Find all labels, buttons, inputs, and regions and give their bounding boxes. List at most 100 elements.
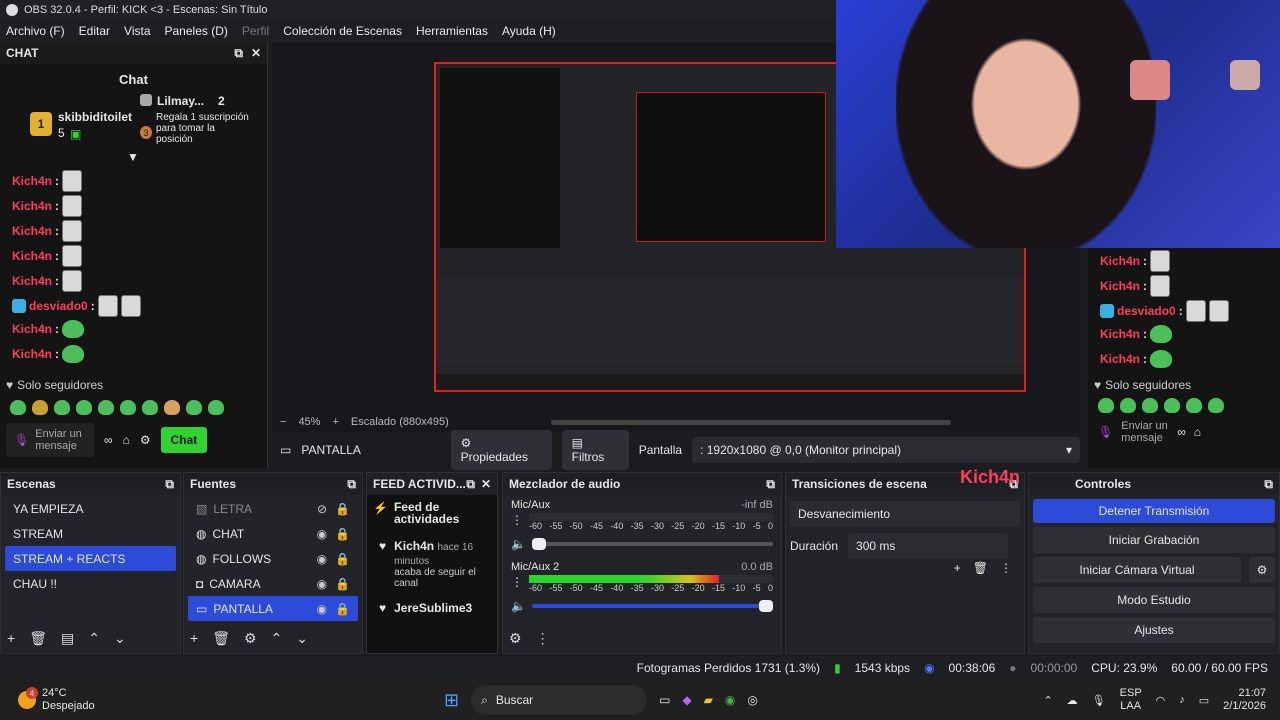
chat-username[interactable]: Kich4n	[1100, 352, 1140, 366]
battery-icon[interactable]: ▭	[1199, 694, 1209, 707]
volume-slider[interactable]	[531, 600, 773, 612]
copilot-icon[interactable]: ◆	[682, 693, 691, 707]
emote-icon[interactable]	[120, 400, 136, 415]
undock-icon[interactable]: ⧉	[1264, 477, 1273, 492]
settings-button[interactable]: Ajustes	[1033, 617, 1275, 643]
virtual-camera-settings-icon[interactable]: ⚙	[1249, 557, 1275, 583]
source-item[interactable]: ◍ FOLLOWS ◉ 🔒	[188, 546, 358, 571]
chat-username[interactable]: Kich4n	[12, 199, 52, 213]
close-icon[interactable]: ✕	[481, 477, 491, 492]
virtual-camera-button[interactable]: Iniciar Cámara Virtual	[1033, 557, 1241, 583]
task-view-icon[interactable]: ▭	[659, 693, 670, 707]
emote-icon[interactable]	[76, 400, 92, 415]
trash-icon[interactable]: 🗑	[973, 561, 988, 575]
menu-scene-collection[interactable]: Colección de Escenas	[283, 24, 402, 38]
taskbar-search[interactable]: ⌕ Buscar	[471, 685, 648, 715]
add-icon[interactable]: +	[190, 630, 198, 647]
chat-username[interactable]: Kich4n	[12, 174, 52, 188]
filter-icon[interactable]: ▤	[61, 630, 74, 647]
move-down-icon[interactable]: ⌄	[114, 630, 126, 647]
slider-handle[interactable]	[759, 600, 773, 612]
scene-item[interactable]: STREAM	[5, 521, 176, 546]
emote-icon[interactable]	[32, 400, 48, 415]
file-explorer-icon[interactable]: ▰	[704, 693, 713, 707]
duration-spinbox[interactable]: 300 ms	[848, 533, 1009, 559]
chat-username[interactable]: Kich4n	[12, 249, 52, 263]
start-recording-button[interactable]: Iniciar Grabación	[1033, 527, 1275, 553]
undock-icon[interactable]: ⧉	[766, 477, 775, 492]
volume-slider[interactable]	[531, 538, 773, 550]
chat-username[interactable]: desviado0	[29, 299, 88, 313]
input-language[interactable]: ESP LAA	[1120, 687, 1142, 713]
menu-dots-icon[interactable]: ⋮	[1000, 561, 1012, 575]
chat-username[interactable]: Kich4n	[12, 274, 52, 288]
wifi-icon[interactable]: ◠	[1156, 694, 1166, 707]
properties-button[interactable]: ⚙ Propiedades	[450, 430, 552, 470]
source-item[interactable]: ◘ CAMARA ◉ 🔒	[188, 571, 358, 596]
menu-view[interactable]: Vista	[124, 24, 150, 38]
emote-icon[interactable]	[98, 400, 114, 415]
emote-icon[interactable]	[142, 400, 158, 415]
lock-icon[interactable]: 🔒	[335, 577, 350, 591]
source-item[interactable]: ◍ CHAT ◉ 🔒	[188, 521, 358, 546]
eye-icon[interactable]: ◉	[317, 527, 327, 541]
add-icon[interactable]: +	[7, 630, 15, 647]
microphone-icon[interactable]: 🎙	[14, 433, 29, 447]
add-icon[interactable]: +	[954, 561, 961, 575]
undock-icon[interactable]: ⧉	[234, 46, 243, 61]
send-chat-button[interactable]: Chat	[160, 427, 208, 453]
chat-username[interactable]: Kich4n	[12, 347, 52, 361]
menu-file[interactable]: Archivo (F)	[6, 24, 65, 38]
trash-icon[interactable]: 🗑	[29, 630, 47, 647]
store-icon[interactable]: ⌂	[123, 433, 130, 447]
chrome-icon[interactable]: ◉	[725, 693, 735, 707]
stop-stream-button[interactable]: Detener Transmisión	[1033, 499, 1275, 523]
eye-icon[interactable]: ◉	[317, 577, 327, 591]
chat-username[interactable]: Kich4n	[12, 322, 52, 336]
lock-icon[interactable]: 🔒	[335, 527, 350, 541]
lock-icon[interactable]: 🔒	[335, 552, 350, 566]
chat-username[interactable]: desviado0	[1117, 304, 1176, 318]
emote-icon[interactable]	[186, 400, 202, 415]
muted-speaker-icon[interactable]: 🔈	[511, 537, 526, 551]
move-up-icon[interactable]: ⌃	[88, 630, 100, 647]
settings-icon[interactable]: ⚙	[140, 433, 151, 447]
close-icon[interactable]: ✕	[251, 46, 261, 61]
slider-handle[interactable]	[531, 538, 546, 550]
chat-username[interactable]: Kich4n	[12, 224, 52, 238]
move-up-icon[interactable]: ⌃	[271, 630, 283, 647]
menu-dots-icon[interactable]: ⋮	[511, 575, 523, 589]
clock[interactable]: 21:07 2/1/2026	[1223, 687, 1266, 713]
source-item-selected[interactable]: ▭ PANTALLA ◉ 🔒	[188, 596, 358, 621]
tray-chevron-icon[interactable]: ⌃	[1043, 694, 1052, 707]
windows-start-icon[interactable]: ⊞	[444, 690, 459, 711]
volume-icon[interactable]: ♪	[1179, 694, 1185, 706]
emote-icon[interactable]	[10, 400, 26, 415]
display-select[interactable]: : 1920x1080 @ 0,0 (Monitor principal) ▾	[692, 437, 1080, 463]
zoom-in-button[interactable]: +	[332, 416, 338, 428]
trash-icon[interactable]: 🗑	[212, 630, 230, 647]
scene-item[interactable]: CHAU !!	[5, 571, 176, 596]
chat-username[interactable]: Kich4n	[1100, 254, 1140, 268]
emote-icon[interactable]	[54, 400, 70, 415]
eye-slash-icon[interactable]: ⊘	[317, 502, 327, 516]
undock-icon[interactable]: ⧉	[165, 477, 174, 492]
emote-icon[interactable]	[164, 400, 180, 415]
menu-docks[interactable]: Paneles (D)	[165, 24, 228, 38]
emote-picker-icon[interactable]: ∞	[104, 433, 113, 447]
cloud-icon[interactable]: ☁	[1067, 694, 1078, 707]
move-down-icon[interactable]: ⌄	[296, 630, 308, 647]
chat-username[interactable]: Kich4n	[1100, 279, 1140, 293]
gear-icon[interactable]: ⚙	[244, 630, 257, 647]
chat-input[interactable]: 🎙 Enviar un mensaje	[6, 423, 94, 457]
weather-widget[interactable]: 4 24°C Despejado	[0, 687, 200, 713]
emote-icon[interactable]	[208, 400, 224, 415]
menu-help[interactable]: Ayuda (H)	[502, 24, 556, 38]
eye-icon[interactable]: ◉	[317, 602, 327, 616]
menu-edit[interactable]: Editar	[79, 24, 110, 38]
lock-icon[interactable]: 🔒	[335, 502, 350, 516]
undock-icon[interactable]: ⧉	[466, 477, 475, 492]
undock-icon[interactable]: ⧉	[347, 477, 356, 492]
speaker-icon[interactable]: 🔈	[511, 599, 526, 613]
expand-icon[interactable]: ▼	[127, 150, 139, 164]
